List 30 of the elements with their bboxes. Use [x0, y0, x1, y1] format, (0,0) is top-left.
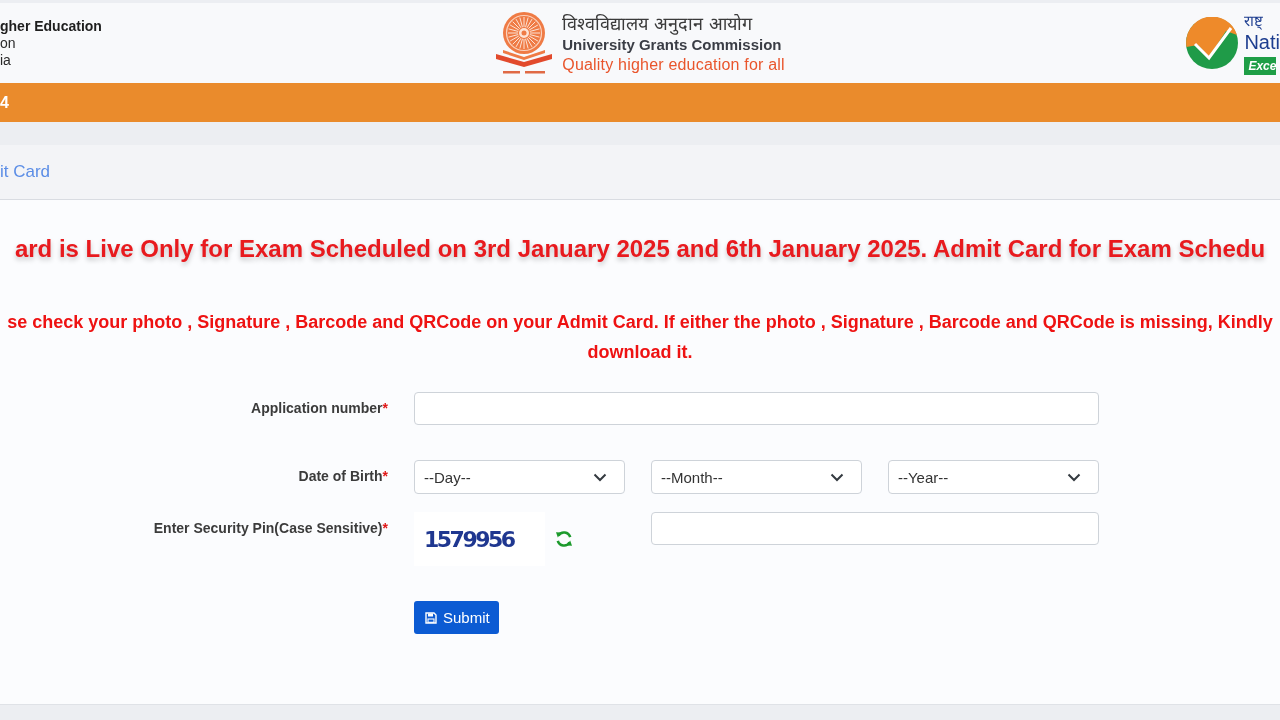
- text-input-field[interactable]: [414, 392, 1099, 425]
- save-icon: [425, 611, 437, 624]
- logo-badge: Exce: [1244, 57, 1277, 75]
- text-input-field[interactable]: [651, 512, 1099, 545]
- org-name-text: on: [0, 35, 16, 52]
- submit-button[interactable]: Submit: [414, 601, 499, 634]
- banner-text: 4: [0, 92, 9, 113]
- org-name: University Grants Commission: [562, 35, 782, 55]
- notice-heading: ard is Live Only for Exam Scheduled on 3rd January 2025 and 6th January 2025. Admit Card for Exam Schedu: [14, 234, 1266, 264]
- wheel-book-logo-icon: [495, 10, 554, 76]
- dropdown-select[interactable]: --Month--: [651, 460, 862, 494]
- chevron-down-icon: [830, 472, 844, 482]
- check-circle-logo-icon: [1186, 17, 1239, 69]
- instruction-text: se check your photo , Signature , Barcode and QRCode on your Admit Card. If either the photo , Signature , Barcode and QRCode is missing, Kindly download it.: [6, 311, 1274, 364]
- logo-hindi-text: राष्ट्: [1244, 11, 1264, 31]
- org-name-text: gher Education: [0, 18, 102, 35]
- chevron-down-icon: [1067, 472, 1081, 482]
- logo-name-text: Nati: [1244, 31, 1280, 54]
- card-title: it Card: [0, 162, 51, 182]
- field-label: Enter Security Pin(Case Sensitive)*: [152, 519, 388, 537]
- org-hindi-name: विश्वविद्यालय अनुदान आयोग: [562, 12, 752, 35]
- org-name-text: ia: [0, 52, 11, 69]
- refresh-icon[interactable]: [555, 530, 573, 548]
- dropdown-select[interactable]: --Year--: [888, 460, 1099, 494]
- chevron-down-icon: [593, 472, 607, 482]
- captcha-image: 1579956: [414, 512, 545, 566]
- field-label: Application number*: [250, 399, 388, 417]
- org-tagline: Quality higher education for all: [562, 54, 785, 74]
- dropdown-select[interactable]: --Day--: [414, 460, 625, 494]
- field-label: Date of Birth*: [297, 467, 388, 485]
